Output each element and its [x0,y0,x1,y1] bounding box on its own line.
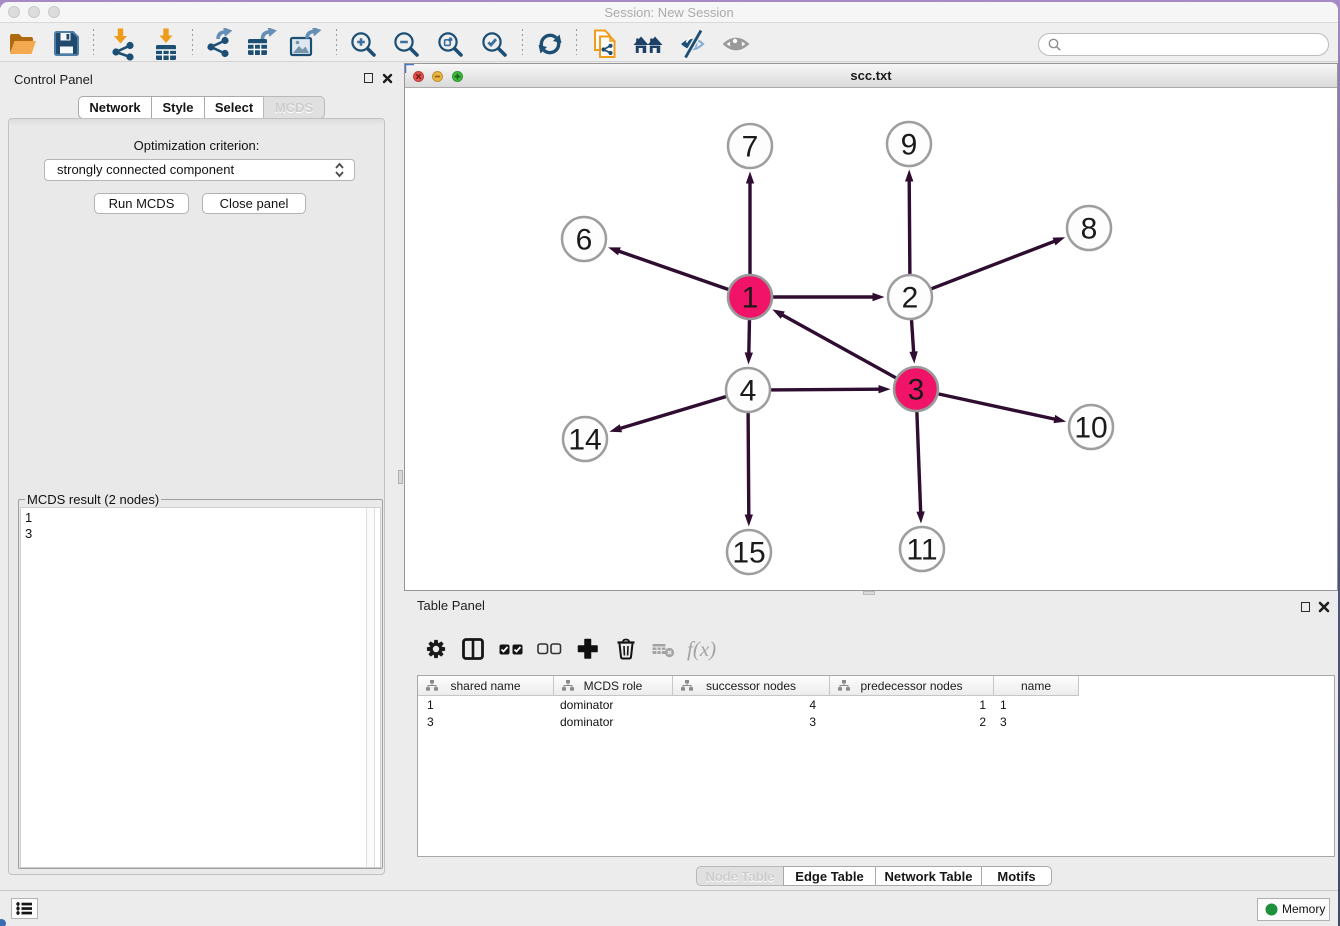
svg-text:9: 9 [901,129,918,162]
svg-text:14: 14 [568,424,601,457]
svg-text:4: 4 [740,375,757,408]
svg-text:7: 7 [742,131,759,164]
svg-text:6: 6 [576,224,593,257]
svg-text:8: 8 [1081,213,1098,246]
svg-text:15: 15 [732,537,765,570]
svg-text:11: 11 [906,534,937,567]
svg-text:3: 3 [908,374,925,407]
svg-text:10: 10 [1074,412,1107,445]
svg-text:1: 1 [742,282,759,315]
svg-text:2: 2 [902,282,919,315]
